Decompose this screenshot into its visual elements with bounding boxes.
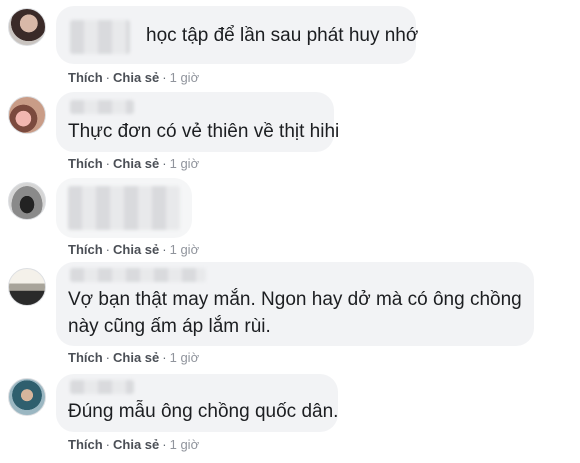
separator: · (162, 350, 167, 365)
comment-actions: Thích · Chia sẻ · 1 giờ (68, 350, 199, 365)
like-link[interactable]: Thích (68, 437, 103, 452)
separator: · (162, 156, 167, 171)
separator: · (105, 437, 111, 452)
share-link[interactable]: Chia sẻ (113, 242, 159, 257)
comment-actions: Thích · Chia sẻ · 1 giờ (68, 437, 199, 452)
comment-text: học tập để lần sau phát huy nhớ (146, 25, 419, 46)
like-link[interactable]: Thích (68, 70, 103, 85)
avatar[interactable] (8, 268, 46, 306)
separator: · (105, 350, 111, 365)
author-name-blurred[interactable] (70, 268, 206, 282)
share-link[interactable]: Chia sẻ (113, 156, 159, 171)
comment-text: Đúng mẫu ông chồng quốc dân. (68, 401, 339, 422)
comment-text-line: này cũng ấm áp lắm rùi. (68, 316, 271, 337)
timestamp[interactable]: 1 giờ (170, 242, 200, 257)
share-link[interactable]: Chia sẻ (113, 350, 159, 365)
comment-bubble: học tập để lần sau phát huy nhớ (56, 6, 419, 64)
comment-bubble: Đúng mẫu ông chồng quốc dân. (56, 374, 338, 432)
author-name-blurred[interactable] (70, 20, 130, 54)
avatar[interactable] (8, 378, 46, 416)
comment-actions: Thích · Chia sẻ · 1 giờ (68, 156, 199, 171)
comment-actions: Thích · Chia sẻ · 1 giờ (68, 70, 199, 85)
separator: · (105, 70, 111, 85)
timestamp[interactable]: 1 giờ (170, 156, 200, 171)
separator: · (162, 242, 167, 257)
like-link[interactable]: Thích (68, 156, 103, 171)
separator: · (162, 437, 167, 452)
author-name-blurred[interactable] (68, 186, 180, 230)
author-name-blurred[interactable] (70, 380, 134, 394)
share-link[interactable]: Chia sẻ (113, 437, 159, 452)
comment-bubble: Thực đơn có vẻ thiên về thịt hihi (56, 92, 339, 152)
separator: · (162, 70, 167, 85)
author-name-blurred[interactable] (70, 100, 134, 114)
avatar[interactable] (8, 182, 46, 220)
separator: · (105, 156, 111, 171)
timestamp[interactable]: 1 giờ (170, 437, 200, 452)
share-link[interactable]: Chia sẻ (113, 70, 159, 85)
avatar[interactable] (8, 8, 46, 46)
timestamp[interactable]: 1 giờ (170, 350, 200, 365)
comment-bubble (56, 178, 192, 238)
avatar[interactable] (8, 96, 46, 134)
separator: · (105, 242, 111, 257)
like-link[interactable]: Thích (68, 242, 103, 257)
timestamp[interactable]: 1 giờ (170, 70, 200, 85)
comment-bubble: Vợ bạn thật may mắn. Ngon hay dở mà có ô… (56, 262, 534, 346)
comment-text: Thực đơn có vẻ thiên về thịt hihi (68, 121, 340, 142)
like-link[interactable]: Thích (68, 350, 103, 365)
comment-text-line: Vợ bạn thật may mắn. Ngon hay dở mà có ô… (68, 289, 522, 310)
comment-actions: Thích · Chia sẻ · 1 giờ (68, 242, 199, 257)
